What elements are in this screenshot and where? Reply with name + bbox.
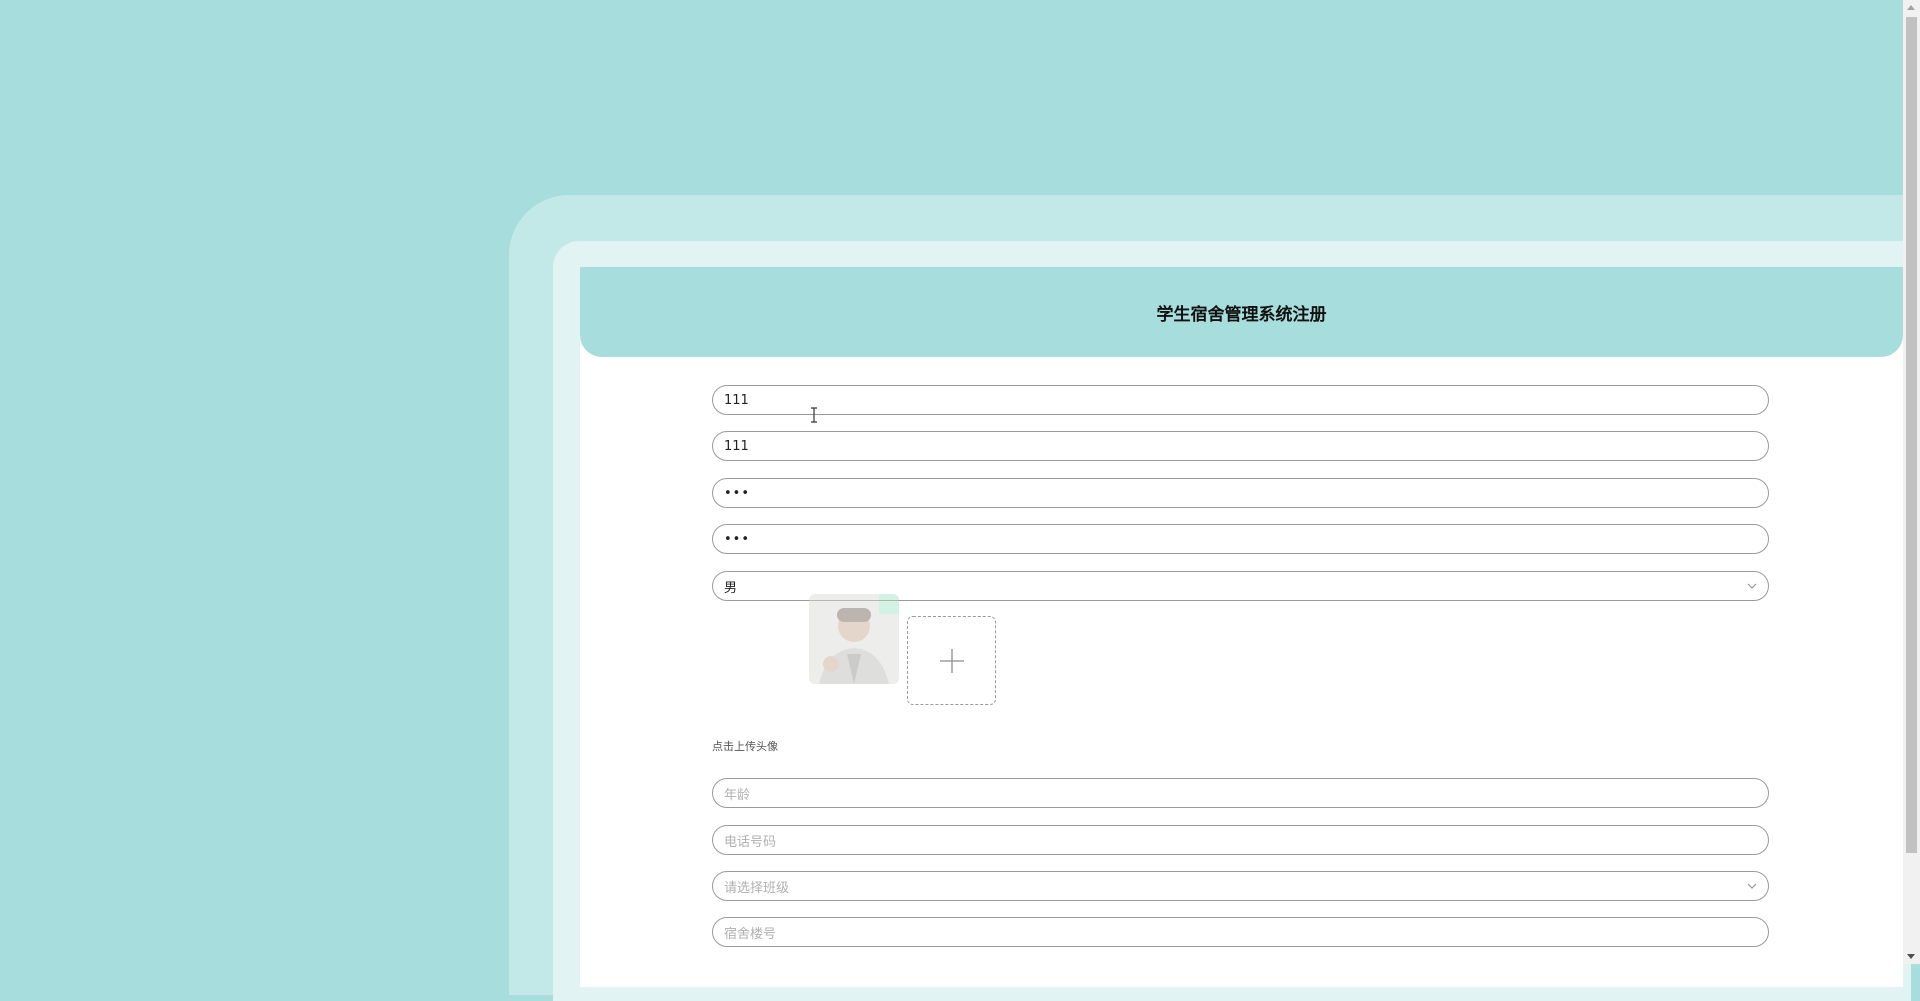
password-input[interactable]: ••• [712,478,1769,508]
card-header: 学生宿舍管理系统注册 [580,267,1903,357]
scroll-up-arrow-icon[interactable] [1907,5,1915,10]
confirm-password-input[interactable]: ••• [712,524,1769,554]
chevron-down-icon [1747,883,1757,889]
plus-icon [939,648,964,673]
name-value: 111 [724,438,749,454]
scroll-thumb[interactable] [1906,17,1917,853]
scroll-down-arrow-icon[interactable] [1907,954,1915,959]
phone-input[interactable]: 电话号码 [712,825,1769,855]
avatar-preview[interactable] [809,594,899,684]
name-input[interactable]: 111 [712,431,1769,461]
class-placeholder: 请选择班级 [724,880,790,896]
register-card: 学生宿舍管理系统注册 111 111 ••• ••• 男 点击上传头像 年龄 电… [580,267,1903,987]
phone-placeholder: 电话号码 [724,834,777,850]
page-title: 学生宿舍管理系统注册 [1156,304,1327,325]
dorm-input[interactable]: 宿舍楼号 [712,917,1769,947]
username-value: 111 [724,392,749,408]
age-placeholder: 年龄 [724,787,751,803]
chevron-down-icon [1747,583,1757,589]
avatar-image [809,594,899,684]
page-scrollbar[interactable] [1903,0,1920,964]
upload-hint-label: 点击上传头像 [712,740,778,753]
password-value: ••• [724,485,751,501]
gender-value: 男 [724,580,738,596]
dorm-placeholder: 宿舍楼号 [724,926,777,942]
class-select[interactable]: 请选择班级 [712,871,1769,901]
confirm-password-value: ••• [724,531,751,547]
avatar-upload-button[interactable] [907,616,996,705]
age-input[interactable]: 年龄 [712,778,1769,808]
username-input[interactable]: 111 [712,385,1769,415]
text-cursor-icon [811,407,817,423]
